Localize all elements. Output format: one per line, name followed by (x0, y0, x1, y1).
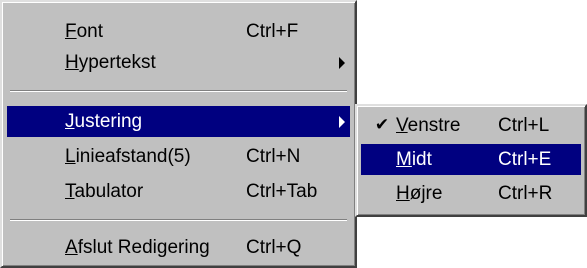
menu-item-shortcut: Ctrl+Q (246, 237, 302, 258)
menu-item-justering[interactable]: Justering (7, 106, 350, 137)
submenu-arrow-icon (339, 116, 345, 128)
menu-item-label: Font (65, 21, 104, 42)
menu-item-linieafstand[interactable]: Linieafstand(5) Ctrl+N (7, 141, 350, 172)
menu-item-shortcut: Ctrl+E (498, 149, 552, 170)
submenu-item-midt[interactable]: Midt Ctrl+E (361, 144, 581, 175)
format-menu: Font Ctrl+F Hypertekst Justering Linieaf… (0, 0, 357, 268)
submenu-arrow-icon (339, 57, 345, 69)
justering-submenu: ✔ Venstre Ctrl+L Midt Ctrl+E Højre Ctrl+… (355, 104, 587, 217)
check-icon: ✔ (374, 115, 390, 135)
menu-item-shortcut: Ctrl+L (498, 115, 550, 136)
menu-item-label: Midt (396, 149, 432, 170)
menu-item-tabulator[interactable]: Tabulator Ctrl+Tab (7, 176, 350, 207)
menu-item-hypertekst[interactable]: Hypertekst (7, 47, 350, 78)
menu-item-shortcut: Ctrl+Tab (246, 181, 318, 202)
menu-item-shortcut: Ctrl+R (498, 183, 553, 204)
menu-item-label: Afslut Redigering (65, 237, 210, 258)
submenu-item-venstre[interactable]: ✔ Venstre Ctrl+L (361, 110, 581, 141)
menu-item-shortcut: Ctrl+F (246, 21, 299, 42)
menu-item-label: Hypertekst (65, 52, 156, 73)
submenu-item-hojre[interactable]: Højre Ctrl+R (361, 178, 581, 209)
menu-item-shortcut: Ctrl+N (246, 146, 301, 167)
menu-item-label: Højre (396, 183, 443, 204)
menu-separator (10, 219, 347, 221)
menu-item-afslut-redigering[interactable]: Afslut Redigering Ctrl+Q (7, 232, 350, 263)
menu-item-label: Linieafstand(5) (65, 146, 191, 167)
menu-item-font[interactable]: Font Ctrl+F (7, 16, 350, 47)
menu-item-label: Tabulator (65, 181, 144, 202)
menu-separator (10, 90, 347, 92)
menu-item-label: Justering (65, 111, 143, 132)
menu-item-label: Venstre (396, 115, 461, 136)
